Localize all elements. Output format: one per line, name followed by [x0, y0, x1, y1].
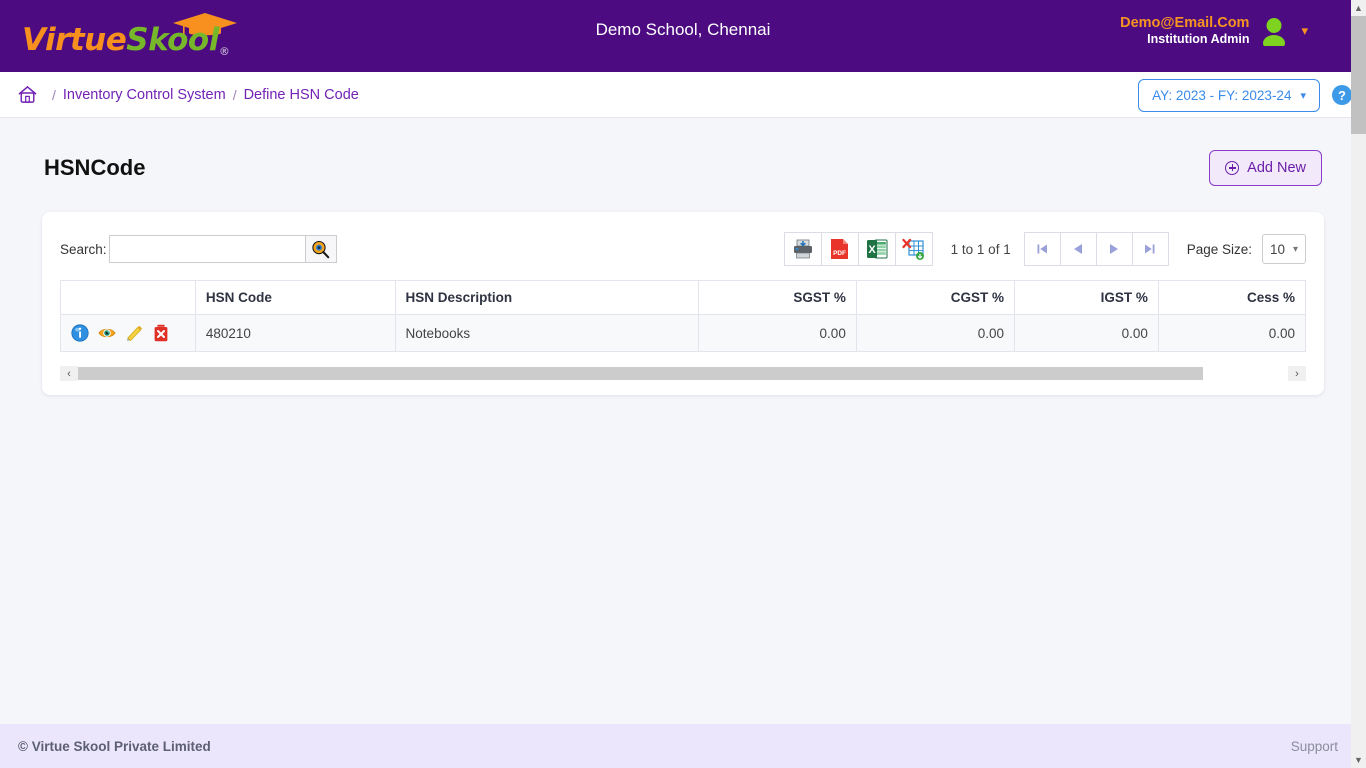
info-icon[interactable]	[71, 324, 89, 342]
breadcrumb-separator-2: /	[232, 86, 237, 103]
table-row: 480210 Notebooks 0.00 0.00 0.00 0.00	[60, 314, 1307, 352]
print-button[interactable]	[783, 232, 822, 266]
table-horizontal-scrollbar[interactable]: ‹ ›	[60, 366, 1306, 381]
last-page-button[interactable]	[1131, 232, 1169, 266]
chevron-down-icon: ▾	[1300, 89, 1306, 102]
edit-icon[interactable]	[125, 324, 143, 342]
page-title-row: HSNCode Add New	[14, 118, 1352, 186]
page-title: HSNCode	[44, 155, 146, 180]
table-header-row: HSN Code HSN Description SGST % CGST % I…	[60, 280, 1307, 315]
breadcrumb-bar: / Inventory Control System / Define HSN …	[0, 72, 1366, 118]
magnifier-icon	[312, 240, 330, 258]
support-link[interactable]: Support	[1291, 739, 1338, 754]
row-actions-cell	[60, 314, 196, 352]
cell-cgst: 0.00	[855, 314, 1015, 352]
user-email: Demo@Email.Com	[1120, 15, 1250, 31]
breadcrumb-item-inventory-control-system[interactable]: Inventory Control System	[63, 87, 226, 103]
scroll-up-button[interactable]: ▲	[1351, 0, 1366, 16]
column-header-cgst: CGST %	[855, 280, 1015, 315]
page-size-select[interactable]: 10 ▾	[1262, 234, 1306, 264]
user-info: Demo@Email.Com Institution Admin	[1120, 14, 1249, 48]
scroll-left-button[interactable]: ‹	[60, 366, 78, 381]
cell-cess: 0.00	[1157, 314, 1307, 352]
academic-year-selector[interactable]: AY: 2023 - FY: 2023-24 ▾	[1138, 78, 1320, 112]
scroll-thumb[interactable]	[78, 367, 1204, 380]
user-avatar-icon[interactable]	[1261, 16, 1287, 46]
column-header-hsn-description: HSN Description	[394, 280, 699, 315]
last-page-icon	[1145, 244, 1155, 254]
grid-toolbar: Search: PDF X 1 to 1 of 1 Page Size: 10 …	[60, 228, 1306, 280]
xml-export-button[interactable]	[894, 232, 933, 266]
add-new-button[interactable]: Add New	[1209, 150, 1322, 186]
next-page-button[interactable]	[1095, 232, 1133, 266]
page-scroll-thumb[interactable]	[1351, 16, 1366, 134]
excel-icon: X	[866, 239, 888, 259]
add-new-button-label: Add New	[1247, 160, 1306, 176]
breadcrumb-actions: AY: 2023 - FY: 2023-24 ▾ ?	[1138, 72, 1352, 118]
cell-igst: 0.00	[1013, 314, 1159, 352]
previous-page-button[interactable]	[1059, 232, 1097, 266]
column-header-actions	[60, 280, 196, 315]
scroll-right-button[interactable]: ›	[1288, 366, 1306, 381]
help-icon[interactable]: ?	[1332, 85, 1352, 105]
column-header-cess: Cess %	[1157, 280, 1307, 315]
chevron-down-icon[interactable]: ▾	[1301, 23, 1308, 39]
svg-text:X: X	[868, 244, 876, 256]
delete-icon[interactable]	[152, 324, 170, 342]
first-page-button[interactable]	[1023, 232, 1061, 266]
svg-text:PDF: PDF	[833, 250, 846, 257]
column-header-hsn-code: HSN Code	[194, 280, 396, 315]
pagination-group	[1023, 232, 1169, 266]
column-header-sgst: SGST %	[697, 280, 857, 315]
page-scrollbar[interactable]: ▲ ▼	[1351, 0, 1366, 768]
chevron-down-icon: ▾	[1292, 243, 1298, 255]
user-menu[interactable]: Demo@Email.Com Institution Admin ▾	[1120, 14, 1308, 48]
grid-card: Search: PDF X 1 to 1 of 1 Page Size: 10 …	[42, 212, 1324, 395]
scroll-track[interactable]	[78, 367, 1288, 380]
pdf-icon: PDF	[831, 239, 849, 259]
cell-sgst: 0.00	[697, 314, 857, 352]
plus-circle-icon	[1225, 161, 1240, 175]
export-button-group: PDF X	[783, 232, 933, 266]
search-label: Search:	[60, 241, 107, 257]
cell-hsn-code: 480210	[194, 314, 396, 352]
search-input[interactable]	[108, 235, 305, 263]
record-count: 1 to 1 of 1	[950, 241, 1011, 257]
user-role: Institution Admin	[1147, 32, 1250, 47]
excel-export-button[interactable]: X	[857, 232, 896, 266]
main-content: HSNCode Add New Search: PDF X 1 to 1 of …	[0, 118, 1366, 724]
next-page-icon	[1110, 244, 1119, 254]
app-page: VirtueSkool® Demo School, Chennai Demo@E…	[0, 0, 1366, 768]
page-footer: © Virtue Skool Private Limited Support	[0, 724, 1366, 768]
copyright-text: © Virtue Skool Private Limited	[18, 738, 211, 754]
page-size-label: Page Size:	[1186, 241, 1252, 257]
search-button[interactable]	[304, 235, 337, 263]
hsn-code-table: HSN Code HSN Description SGST % CGST % I…	[60, 280, 1307, 352]
scroll-down-button[interactable]: ▼	[1351, 752, 1366, 768]
home-icon[interactable]	[18, 85, 37, 104]
breadcrumb-separator-1: /	[52, 86, 56, 103]
search-group: Search:	[60, 235, 337, 263]
xml-export-icon	[902, 238, 925, 260]
grid-tools: PDF X 1 to 1 of 1 Page Size: 10 ▾	[783, 232, 1306, 266]
view-icon[interactable]	[98, 324, 116, 342]
previous-page-icon	[1074, 244, 1083, 254]
column-header-igst: IGST %	[1013, 280, 1159, 315]
cell-hsn-description: Notebooks	[394, 314, 699, 352]
top-header: VirtueSkool® Demo School, Chennai Demo@E…	[0, 0, 1366, 72]
registered-mark: ®	[218, 45, 230, 58]
printer-icon	[793, 239, 812, 259]
page-size-value: 10	[1270, 241, 1286, 257]
pdf-export-button[interactable]: PDF	[820, 232, 859, 266]
breadcrumb-item-define-hsn-code[interactable]: Define HSN Code	[244, 87, 359, 103]
row-action-group	[71, 324, 185, 342]
academic-year-label: AY: 2023 - FY: 2023-24	[1152, 87, 1292, 103]
first-page-icon	[1037, 244, 1048, 254]
